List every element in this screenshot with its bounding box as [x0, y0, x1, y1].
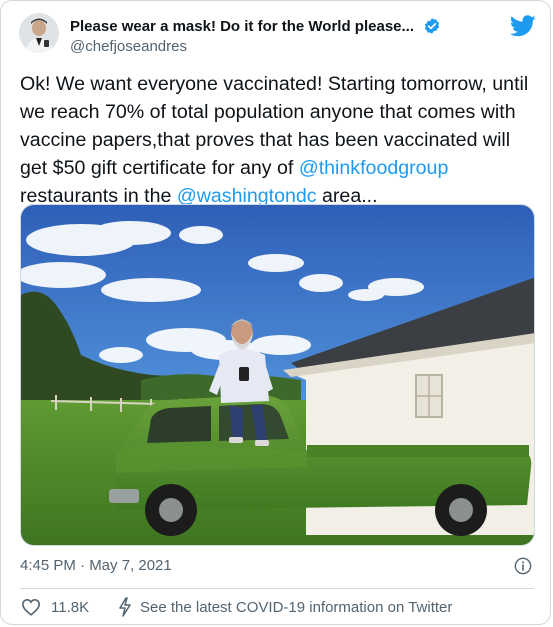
tweet-text: Ok! We want everyone vaccinated! Startin…	[20, 70, 540, 210]
author-display-name[interactable]: Please wear a mask! Do it for the World …	[70, 18, 414, 35]
tweet-photo[interactable]	[20, 204, 535, 546]
action-divider	[20, 588, 534, 589]
like-button[interactable]: 11.8K	[21, 596, 89, 618]
tweet-card: Please wear a mask! Do it for the World …	[0, 0, 551, 625]
heart-icon	[21, 598, 41, 616]
tweet-text-line: vaccine papers,that proves that has been…	[20, 129, 511, 151]
tweet-text-segment: get $50 gift certificate for any of	[20, 157, 299, 179]
info-icon[interactable]	[514, 557, 532, 575]
verified-badge-icon	[424, 18, 440, 34]
tweet-text-line: get $50 gift certificate for any of @thi…	[20, 154, 540, 182]
tweet-text-line: we reach 70% of total population anyone …	[20, 101, 516, 123]
author-avatar[interactable]	[19, 13, 59, 53]
tweet-text-line: Ok! We want everyone vaccinated! Startin…	[20, 73, 529, 95]
covid-info-link[interactable]: See the latest COVID-19 information on T…	[118, 596, 452, 618]
like-count: 11.8K	[51, 598, 90, 616]
twitter-bird-icon[interactable]	[510, 15, 536, 37]
tweet-timestamp[interactable]: 4:45 PM · May 7, 2021	[20, 557, 172, 574]
covid-info-label: See the latest COVID-19 information on T…	[140, 598, 453, 616]
photo-man-on-green-truck	[21, 205, 534, 545]
mention-link-thinkfoodgroup[interactable]: @thinkfoodgroup	[299, 157, 449, 179]
avatar-photo	[19, 13, 59, 53]
lightning-icon	[119, 597, 131, 617]
author-handle[interactable]: @chefjoseandres	[70, 38, 187, 55]
